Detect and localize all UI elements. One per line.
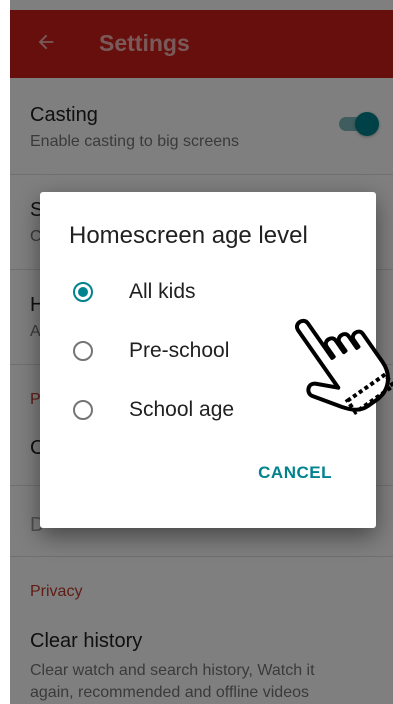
option-label: School age [129,398,235,421]
option-label: Pre-school [129,339,230,362]
dialog-title: Homescreen age level [69,222,308,249]
radio-dot [78,287,88,297]
radio-unselected-icon[interactable] [73,400,93,420]
hand-pointer-icon [295,318,393,416]
radio-selected-icon[interactable] [73,282,93,302]
option-label: All kids [129,280,196,303]
settings-screen: Settings Casting Enable casting to big s… [10,0,393,704]
cancel-button[interactable]: CANCEL [258,463,332,483]
radio-unselected-icon[interactable] [73,341,93,361]
